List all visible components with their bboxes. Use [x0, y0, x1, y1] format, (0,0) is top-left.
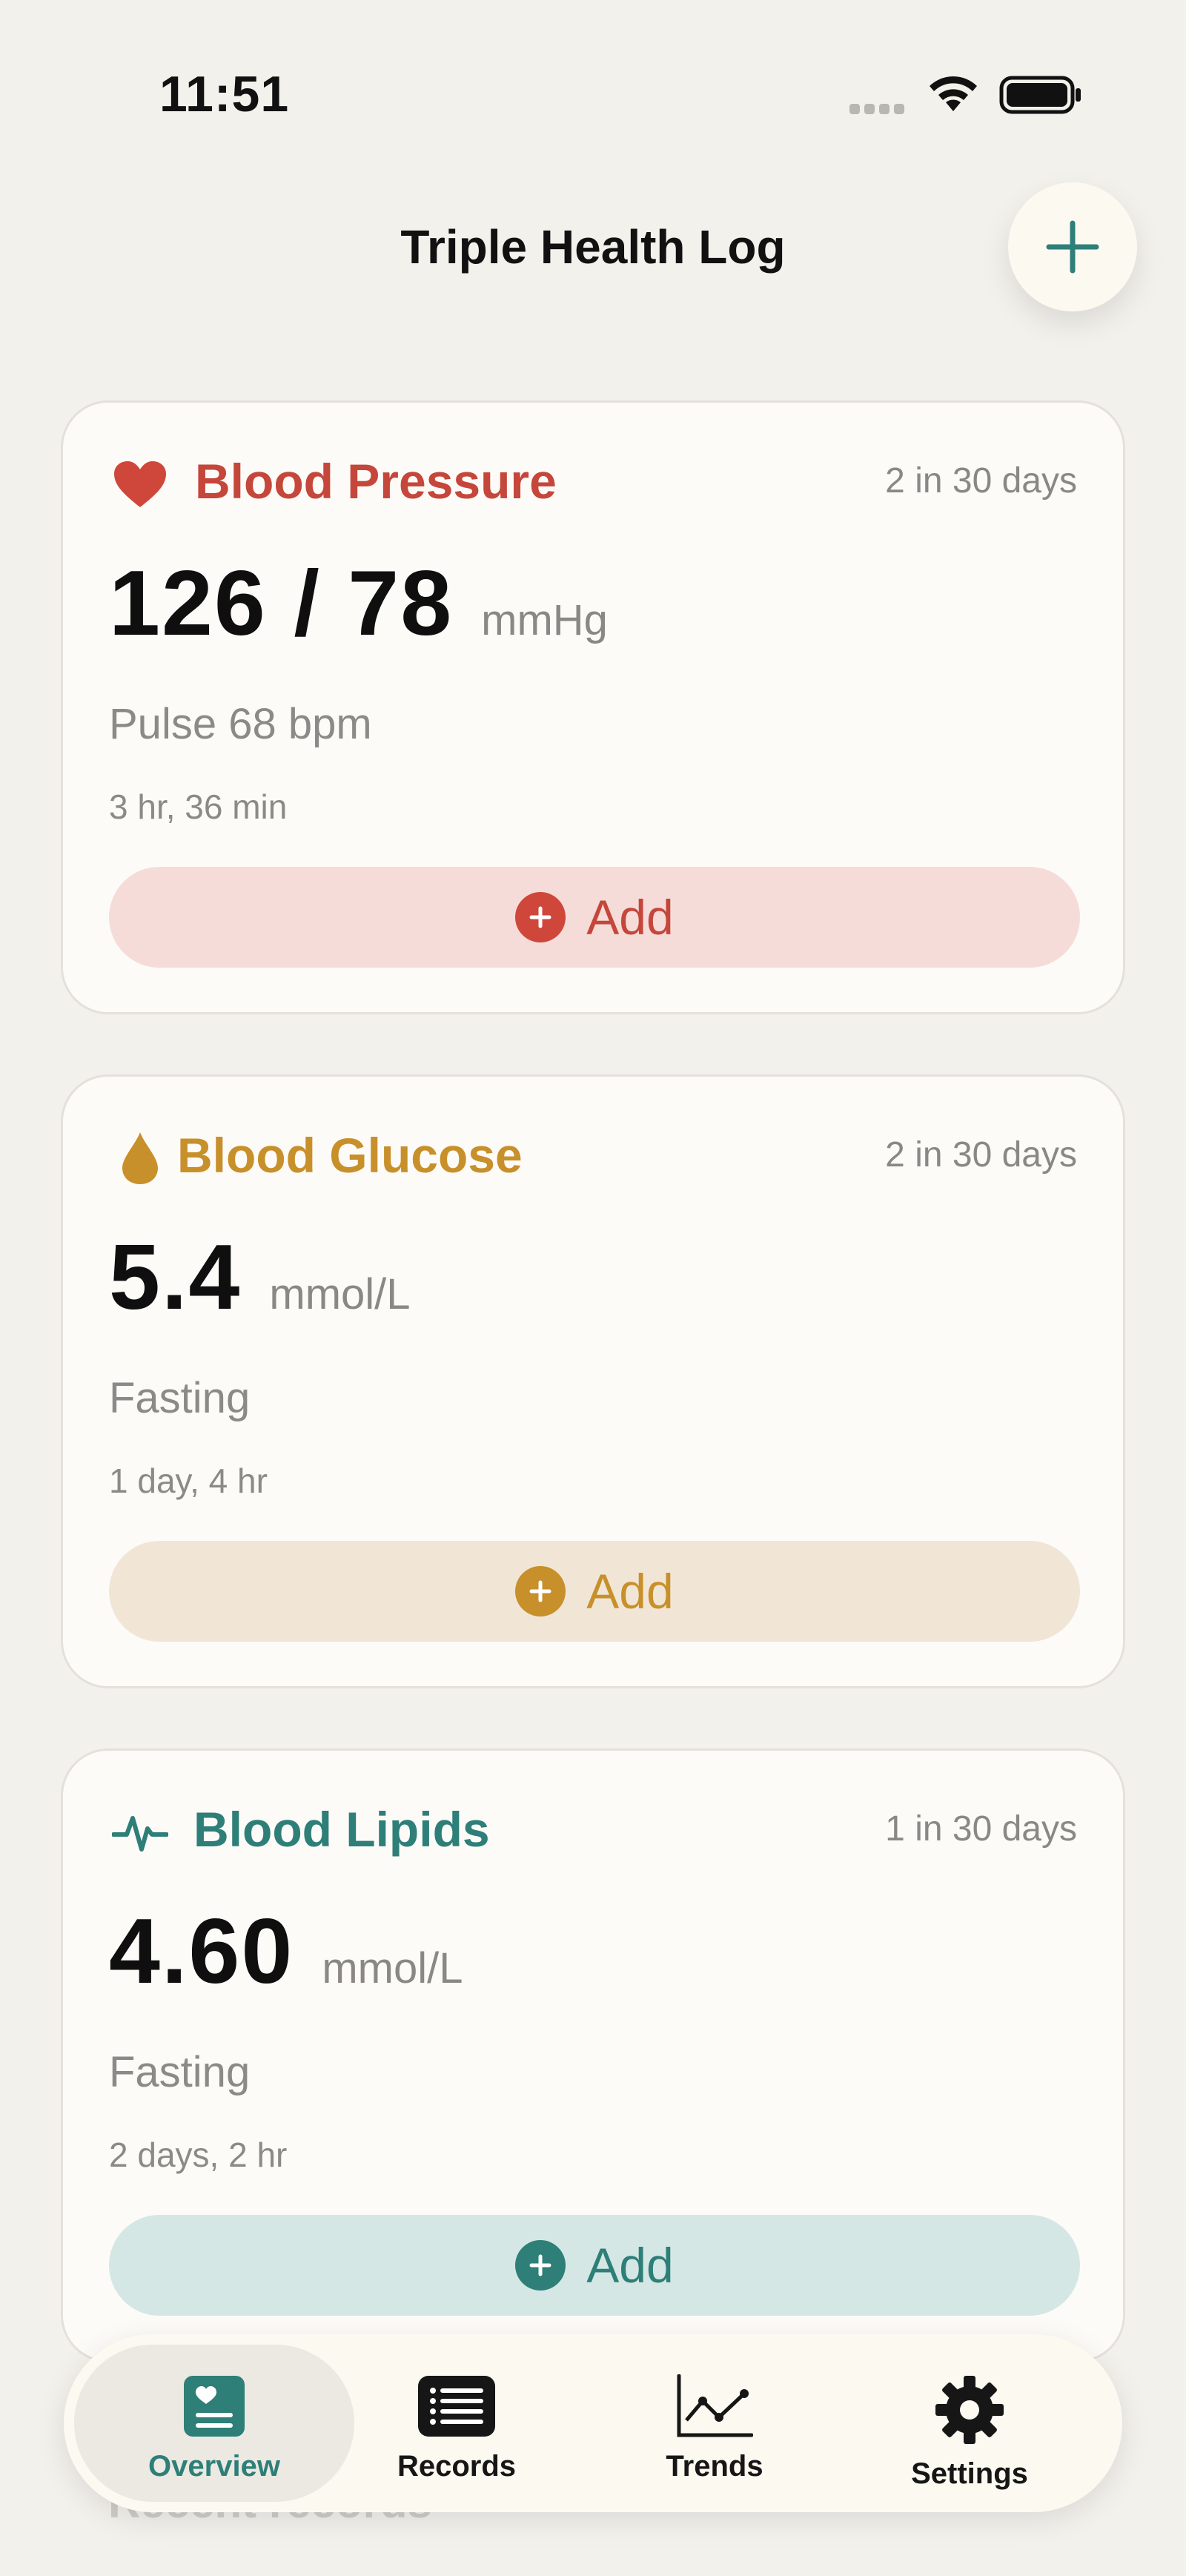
reading-value: 5.4	[109, 1226, 242, 1329]
reading-detail: Fasting	[109, 1374, 251, 1422]
tab-trends[interactable]: Trends	[603, 2345, 826, 2502]
card-title: Blood Lipids	[193, 1802, 490, 1857]
reading-detail: Pulse 68 bpm	[109, 700, 372, 748]
reading-value: 4.60	[109, 1900, 294, 2003]
plus-icon	[1046, 220, 1099, 274]
list-icon	[418, 2376, 495, 2437]
reading-row: 4.60 mmol/L	[109, 1899, 463, 2004]
wifi-icon	[930, 76, 977, 111]
record-count: 2 in 30 days	[885, 1135, 1077, 1175]
add-blood-lipids-button[interactable]: Add	[109, 2215, 1080, 2316]
add-button-label: Add	[586, 890, 674, 945]
tab-records[interactable]: Records	[345, 2345, 568, 2502]
reading-unit: mmHg	[481, 596, 608, 644]
status-time: 11:51	[159, 66, 290, 122]
tab-label: Trends	[666, 2450, 763, 2483]
reading-row: 126 / 78 mmHg	[109, 551, 608, 656]
plus-circle-icon	[515, 892, 566, 942]
card-title: Blood Pressure	[195, 454, 557, 509]
time-since-reading: 3 hr, 36 min	[109, 787, 288, 826]
status-bar: 11:51	[0, 0, 1186, 148]
time-since-reading: 1 day, 4 hr	[109, 1462, 268, 1500]
blood-lipids-card[interactable]: Blood Lipids 1 in 30 days 4.60 mmol/L Fa…	[61, 1748, 1125, 2362]
add-record-button[interactable]	[1008, 182, 1137, 311]
cellular-signal-icon	[849, 104, 904, 114]
blood-pressure-card[interactable]: Blood Pressure 2 in 30 days 126 / 78 mmH…	[61, 400, 1125, 1014]
droplet-icon	[110, 1129, 170, 1188]
reading-detail: Fasting	[109, 2048, 251, 2096]
heart-icon	[110, 455, 170, 514]
reading-unit: mmol/L	[322, 1944, 463, 1992]
reading-value: 126 / 78	[109, 552, 454, 655]
add-button-label: Add	[586, 2238, 674, 2293]
tab-label: Records	[397, 2450, 517, 2483]
pulse-icon	[110, 1803, 170, 1862]
overview-icon	[184, 2376, 245, 2437]
add-blood-pressure-button[interactable]: Add	[109, 867, 1080, 968]
add-blood-glucose-button[interactable]: Add	[109, 1541, 1080, 1642]
gear-icon	[935, 2376, 1004, 2444]
record-count: 2 in 30 days	[885, 461, 1077, 501]
chart-icon	[677, 2374, 753, 2437]
reading-unit: mmol/L	[269, 1270, 411, 1318]
battery-icon	[999, 76, 1081, 114]
reading-row: 5.4 mmol/L	[109, 1225, 411, 1330]
tab-settings[interactable]: Settings	[858, 2345, 1081, 2502]
plus-circle-icon	[515, 2240, 566, 2291]
card-title: Blood Glucose	[177, 1128, 523, 1183]
record-count: 1 in 30 days	[885, 1809, 1077, 1849]
tab-overview[interactable]: Overview	[74, 2345, 354, 2502]
plus-circle-icon	[515, 1566, 566, 1616]
tab-bar: Overview Records Trends Settings	[64, 2334, 1122, 2512]
tab-label: Overview	[148, 2450, 280, 2483]
tab-label: Settings	[911, 2457, 1028, 2490]
blood-glucose-card[interactable]: Blood Glucose 2 in 30 days 5.4 mmol/L Fa…	[61, 1074, 1125, 1688]
add-button-label: Add	[586, 1564, 674, 1619]
time-since-reading: 2 days, 2 hr	[109, 2136, 288, 2174]
